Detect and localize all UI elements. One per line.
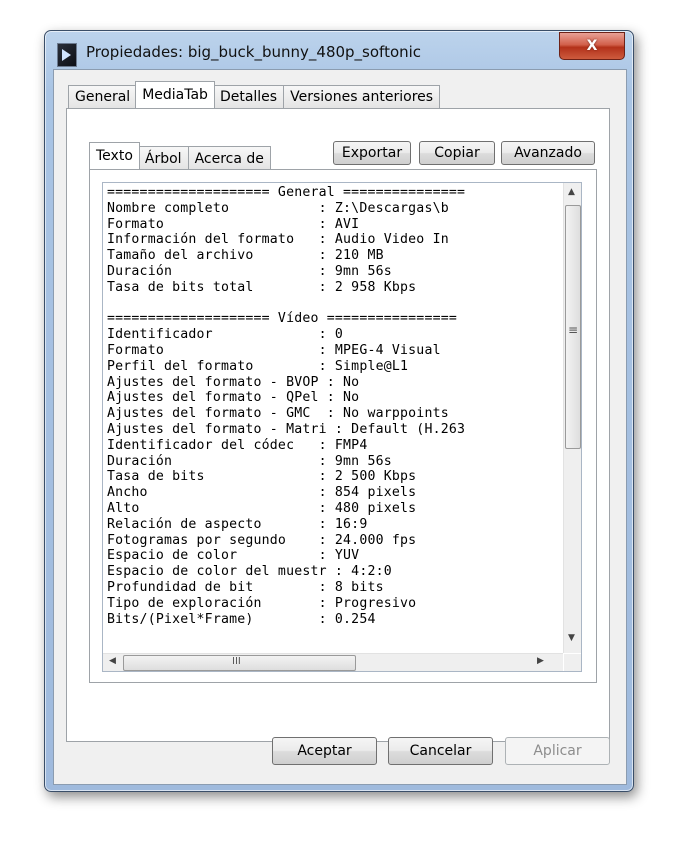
media-info-textbox[interactable]: ==================== General ===========… bbox=[102, 182, 582, 672]
vertical-scrollbar[interactable]: ▲ ≡ ▼ bbox=[563, 183, 581, 653]
tab-arbol[interactable]: Árbol bbox=[137, 146, 189, 169]
vertical-scroll-thumb[interactable]: ≡ bbox=[565, 205, 581, 449]
window-title: Propiedades: big_buck_bunny_480p_softoni… bbox=[86, 43, 422, 61]
horizontal-scrollbar[interactable]: ◀ III ▶ bbox=[103, 653, 563, 671]
copy-button[interactable]: Copiar bbox=[419, 141, 495, 165]
scroll-right-arrow-icon[interactable]: ▶ bbox=[537, 656, 544, 666]
ok-button[interactable]: Aceptar bbox=[272, 737, 377, 765]
property-tabs: General MediaTab Detalles Versiones ante… bbox=[68, 81, 441, 108]
media-info-report[interactable]: ==================== General ===========… bbox=[107, 185, 555, 647]
export-button[interactable]: Exportar bbox=[333, 141, 411, 165]
app-icon bbox=[57, 43, 77, 67]
tab-versiones-anteriores[interactable]: Versiones anteriores bbox=[283, 85, 441, 108]
scroll-down-arrow-icon[interactable]: ▼ bbox=[568, 633, 575, 643]
cancel-button[interactable]: Cancelar bbox=[388, 737, 493, 765]
tab-detalles[interactable]: Detalles bbox=[212, 85, 285, 108]
tab-acerca-de[interactable]: Acerca de bbox=[187, 146, 271, 169]
scroll-grip-icon: ≡ bbox=[568, 323, 579, 337]
close-button[interactable]: X bbox=[559, 32, 625, 60]
scroll-left-arrow-icon[interactable]: ◀ bbox=[109, 656, 116, 666]
title-bar[interactable]: Propiedades: big_buck_bunny_480p_softoni… bbox=[45, 31, 633, 69]
dialog-client-area: General MediaTab Detalles Versiones ante… bbox=[53, 69, 627, 785]
hscroll-grip-icon: III bbox=[232, 656, 241, 667]
advanced-button[interactable]: Avanzado bbox=[501, 141, 595, 165]
scroll-up-arrow-icon[interactable]: ▲ bbox=[568, 187, 575, 197]
horizontal-scroll-thumb[interactable]: III bbox=[123, 655, 356, 671]
tab-texto[interactable]: Texto bbox=[89, 142, 140, 169]
apply-button[interactable]: Aplicar bbox=[505, 737, 610, 765]
mediatab-panel: Texto Árbol Acerca de Exportar Copiar Av… bbox=[66, 108, 610, 742]
view-tabs: Texto Árbol Acerca de bbox=[89, 142, 271, 169]
scrollbar-corner bbox=[564, 654, 581, 671]
tab-general[interactable]: General bbox=[68, 85, 138, 108]
tab-mediatab[interactable]: MediaTab bbox=[135, 81, 215, 108]
text-view-panel: ==================== General ===========… bbox=[89, 169, 597, 683]
properties-window: Propiedades: big_buck_bunny_480p_softoni… bbox=[44, 30, 634, 792]
